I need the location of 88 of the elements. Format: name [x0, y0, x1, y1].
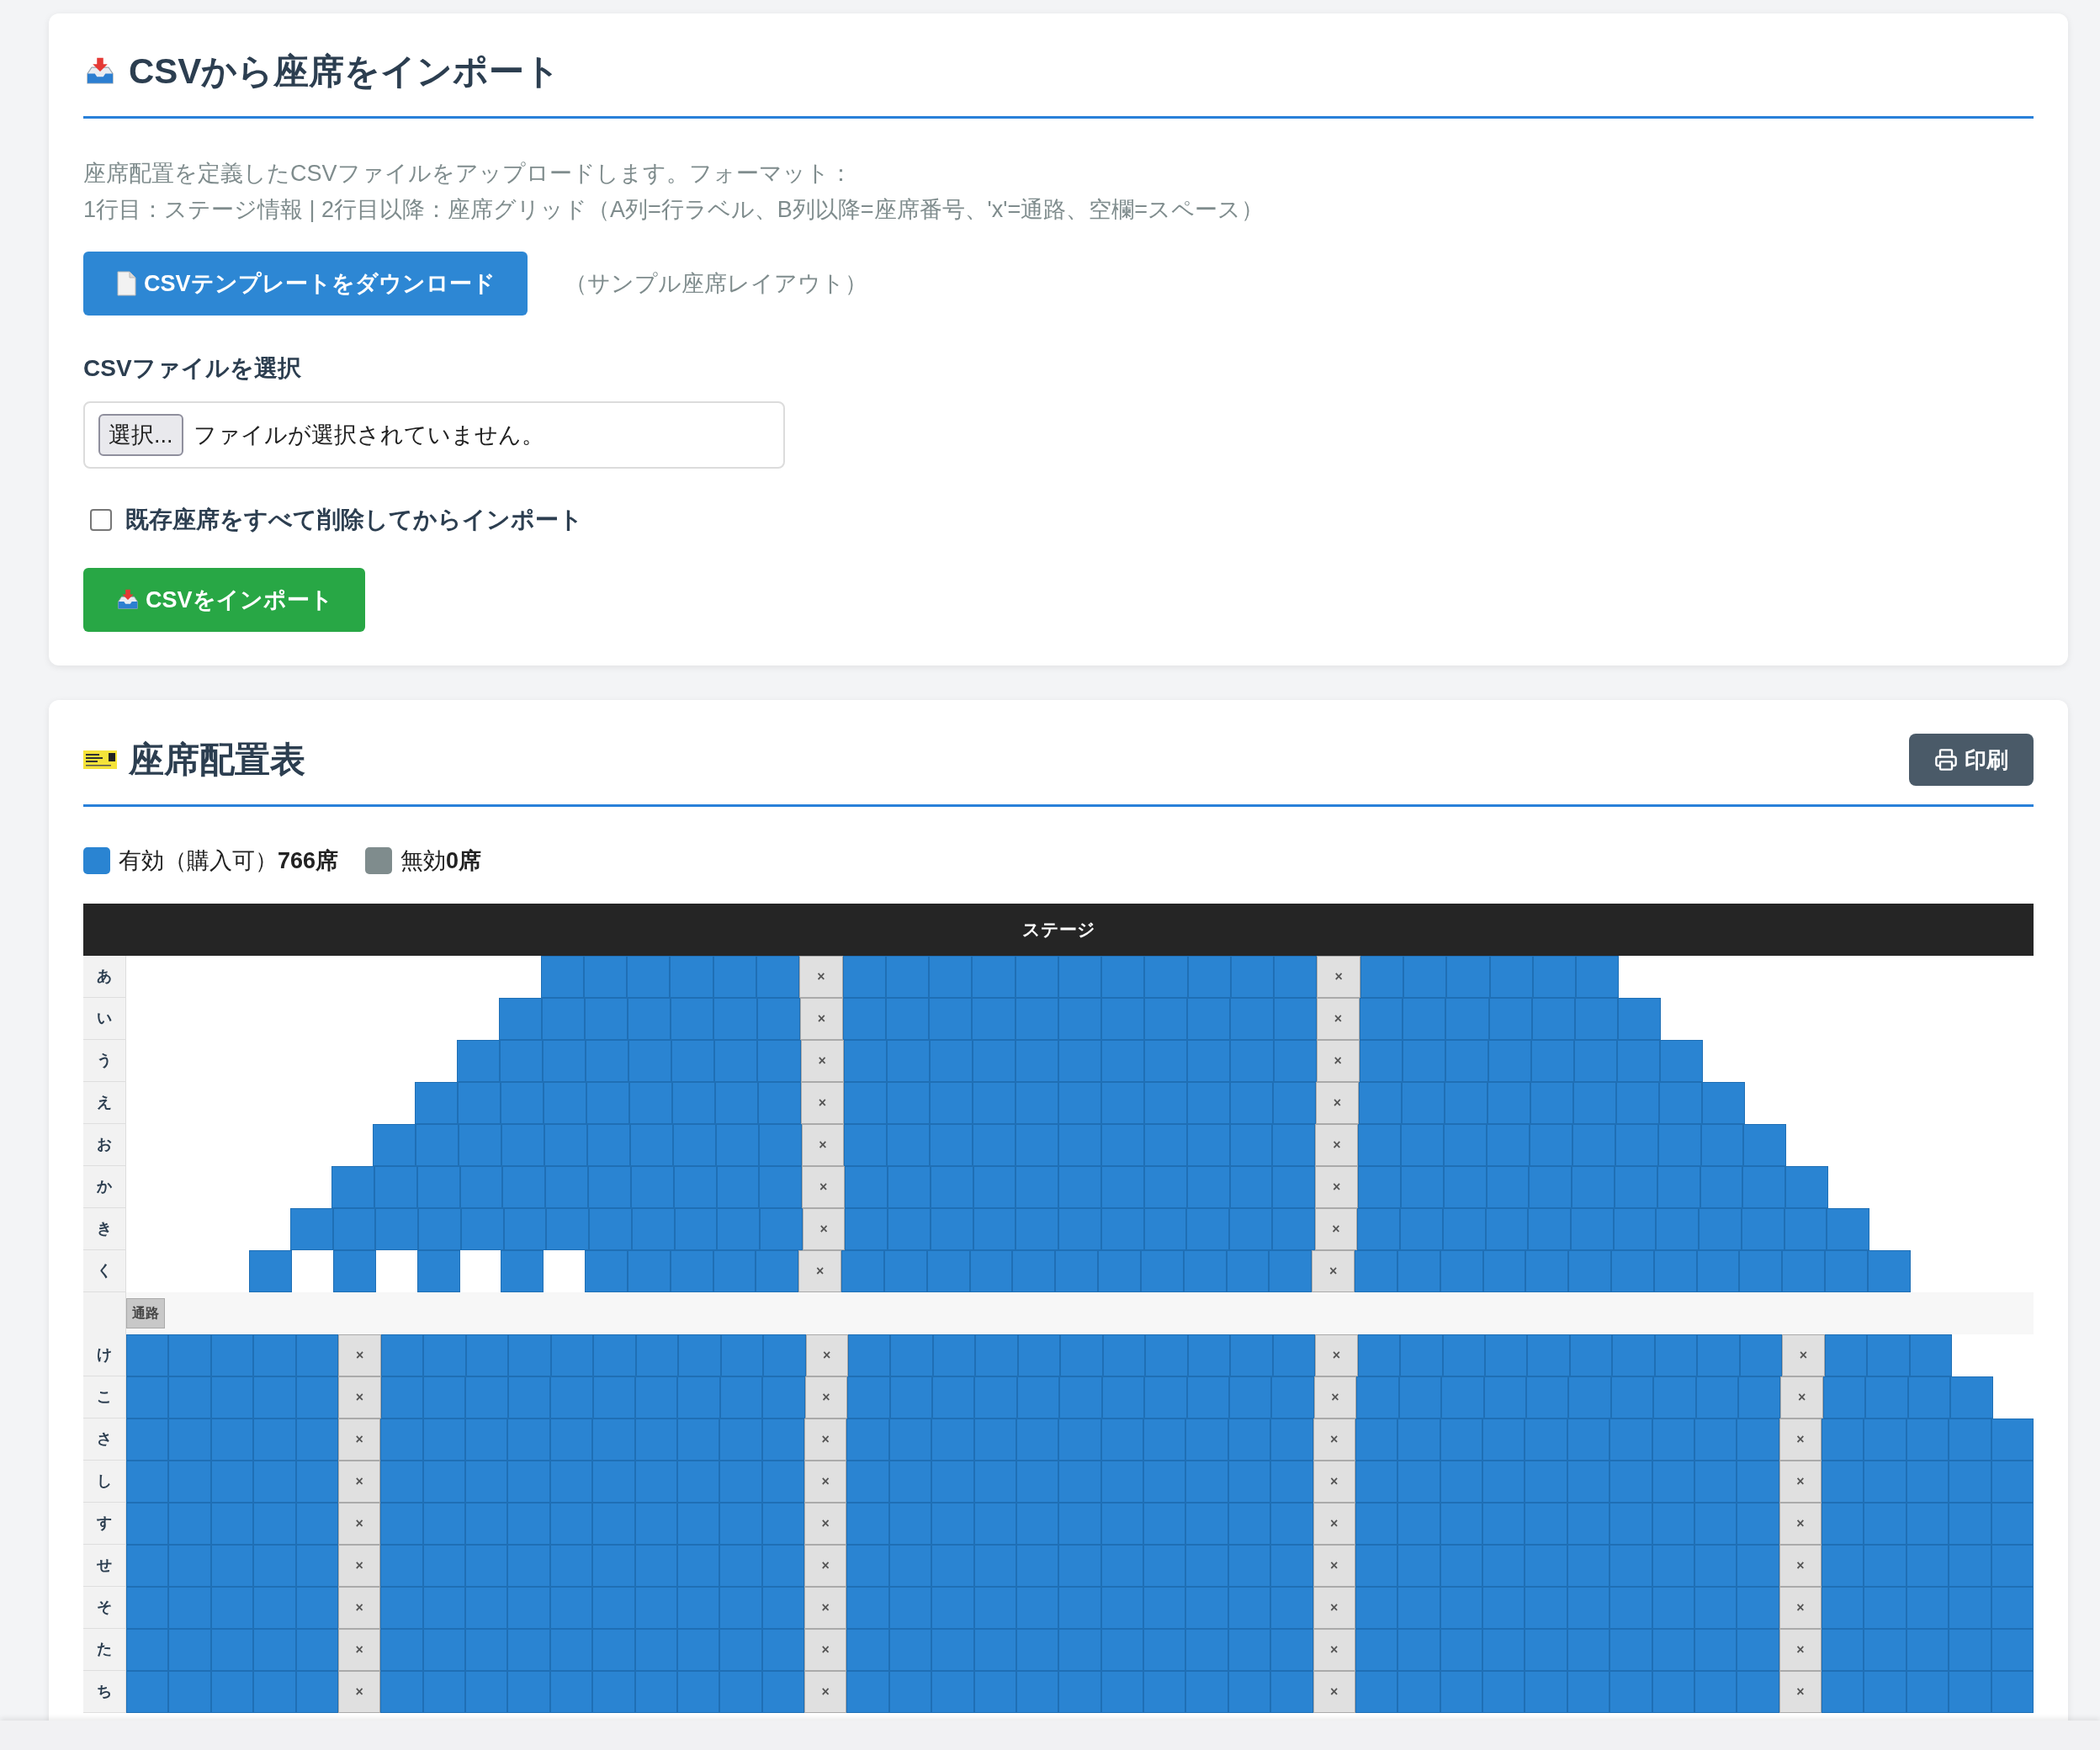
aisle-cell: ×: [1779, 1628, 1822, 1671]
stage-bar: ステージ: [83, 903, 2034, 956]
aisle-cell: ×: [804, 1628, 847, 1671]
aisle-cell: ×: [337, 1418, 381, 1461]
aisle-cell: ×: [1312, 1460, 1355, 1503]
aisle-cell: ×: [800, 1039, 844, 1082]
aisle-cell: ×: [1312, 1249, 1355, 1292]
row-label: た: [83, 1628, 126, 1671]
aisle-cell: ×: [805, 1334, 848, 1376]
aisle-cell: ×: [1312, 1544, 1355, 1587]
aisle-cell: ×: [337, 1586, 381, 1629]
aisle-cell: ×: [1779, 1418, 1822, 1461]
file-input[interactable]: 選択... ファイルが選択されていません。: [83, 401, 785, 469]
aisle-cell: ×: [1779, 1544, 1822, 1587]
row-label: え: [83, 1081, 126, 1124]
aisle-row-label: 通路: [126, 1297, 165, 1328]
row-label: さ: [83, 1418, 126, 1461]
format-description: 座席配置を定義したCSVファイルをアップロードします。フォーマット： 1行目：ステージ情報 | 2行目以降：座席グリッド（A列=行ラベル、B列以降=座席番号、'x'=通路、空欄=スペース）: [83, 160, 1265, 224]
aisle-cell: ×: [801, 1081, 844, 1124]
aisle-cell: ×: [1779, 1586, 1822, 1629]
download-template-button[interactable]: CSVテンプレートをダウンロード: [83, 252, 528, 316]
aisle-cell: ×: [804, 1418, 847, 1461]
aisle-cell: ×: [799, 997, 843, 1040]
aisle-cell: ×: [1312, 1586, 1355, 1629]
aisle-cell: ×: [1779, 1460, 1822, 1503]
aisle-cell: ×: [1779, 1670, 1822, 1713]
ticket-icon: [83, 749, 117, 771]
row-label: こ: [83, 1376, 126, 1419]
document-icon: [115, 271, 137, 296]
aisle-cell: ×: [1780, 1376, 1823, 1419]
aisle-cell: ×: [1313, 1376, 1357, 1419]
row-label: う: [83, 1039, 126, 1082]
aisle-cell: ×: [801, 1123, 845, 1166]
aisle-cell: ×: [802, 1165, 846, 1208]
row-label: い: [83, 997, 126, 1040]
row-label: お: [83, 1123, 126, 1166]
row-label: せ: [83, 1544, 126, 1587]
aisle-cell: ×: [1312, 1628, 1355, 1671]
aisle-cell: ×: [1312, 1502, 1355, 1545]
choose-file-button[interactable]: 選択...: [98, 413, 183, 457]
row-label: し: [83, 1460, 126, 1503]
aisle-cell: ×: [1315, 1165, 1358, 1208]
legend-label: 無効0席: [400, 847, 482, 875]
legend-label: 有効（購入可）766席: [119, 847, 339, 875]
row-label: す: [83, 1502, 126, 1545]
aisle-cell: ×: [804, 1544, 847, 1587]
aisle-cell: ×: [337, 1460, 381, 1503]
seat-map-title: 座席配置表: [129, 742, 305, 777]
aisle-cell: ×: [802, 1207, 846, 1250]
aisle-cell: ×: [337, 1544, 381, 1587]
printer-icon: [1934, 748, 1958, 772]
aisle-cell: ×: [1314, 1207, 1358, 1250]
file-status: ファイルが選択されていません。: [193, 421, 544, 449]
aisle-cell: ×: [1316, 1039, 1360, 1082]
checkbox-label: 既存座席をすべて削除してからインポート: [125, 506, 583, 534]
row-label: ち: [83, 1670, 126, 1713]
aisle-cell: ×: [1315, 1123, 1359, 1166]
row-label: け: [83, 1334, 126, 1376]
aisle-cell: ×: [798, 1249, 842, 1292]
row-label: そ: [83, 1586, 126, 1629]
file-label: CSVファイルを選択: [83, 354, 302, 383]
row-label: か: [83, 1165, 126, 1208]
aisle-cell: ×: [1317, 955, 1360, 998]
row-label: き: [83, 1207, 126, 1250]
aisle-cell: ×: [1779, 1502, 1822, 1545]
aisle-cell: ×: [337, 1628, 381, 1671]
aisle-cell: ×: [804, 1460, 847, 1503]
aisle-cell: ×: [799, 955, 843, 998]
aisle-cell: ×: [337, 1502, 381, 1545]
checkbox[interactable]: [90, 509, 112, 531]
aisle-cell: ×: [1312, 1670, 1355, 1713]
template-note: （サンプル座席レイアウト）: [564, 269, 867, 298]
aisle-cell: ×: [804, 1586, 847, 1629]
panel-title: CSVから座席をインポート: [129, 54, 561, 89]
aisle-cell: ×: [338, 1376, 381, 1419]
row-label: あ: [83, 955, 126, 998]
aisle-cell: ×: [804, 1376, 848, 1419]
aisle-cell: ×: [1316, 997, 1360, 1040]
aisle-cell: ×: [1316, 1081, 1359, 1124]
row-label: く: [83, 1249, 126, 1292]
print-button[interactable]: 印刷: [1909, 734, 2034, 786]
aisle-cell: ×: [337, 1670, 381, 1713]
aisle-cell: ×: [338, 1334, 381, 1376]
aisle-cell: ×: [1312, 1418, 1355, 1461]
aisle-cell: ×: [804, 1670, 847, 1713]
aisle-cell: ×: [1782, 1334, 1825, 1376]
aisle-cell: ×: [1315, 1334, 1358, 1376]
aisle-cell: ×: [804, 1502, 847, 1545]
